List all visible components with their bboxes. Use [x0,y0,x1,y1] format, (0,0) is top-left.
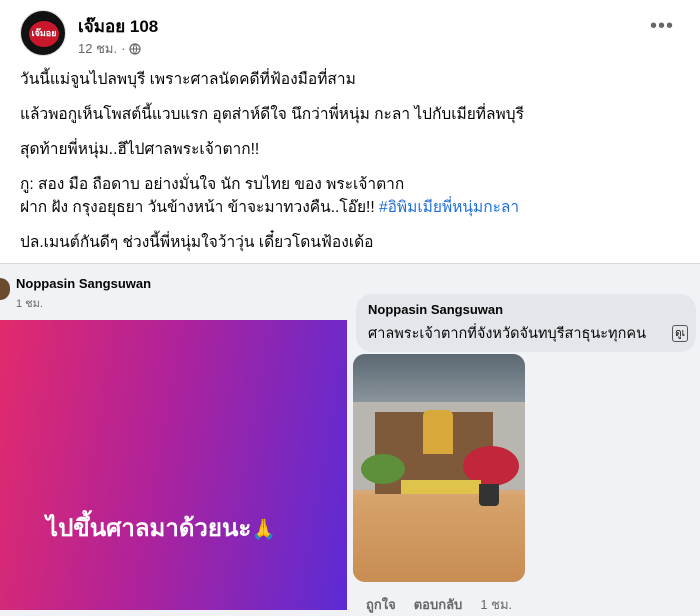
post-line-2: แล้วพอกูเห็นโพสต์นี้แวบแรก อุตส่าห์ดีใจ … [20,106,524,123]
photo-plant [361,454,405,484]
author-name[interactable]: เจ๊มอย 108 [78,13,158,40]
reply-text: ศาลพระเจ้าตากที่จังหวัดจันทบุรีสาธุนะทุก… [368,326,646,342]
post-line-1: วันนี้แม่จูนไปลพบุรี เพราะศาลนัดคดีที่ฟ้… [20,71,356,88]
author-avatar[interactable]: เจ๊มอย [20,10,66,56]
commenter-name: Noppasin Sangsuwan [16,276,152,291]
photo-floor [353,494,525,582]
post-line-5-text: ฝาก ฝัง กรุงอยุธยา วันข้างหน้า ข้าจะมาทว… [20,199,375,216]
reply-button[interactable]: ตอบกลับ [414,594,463,615]
globe-icon [129,42,142,55]
shrine-photo[interactable] [353,354,525,582]
banner-text: ไปขึ้นศาลมาด้วยนะ🙏 [46,508,276,547]
commenter-time: 1 ชม. [16,298,43,310]
post-body: วันนี้แม่จูนไปลพบุรี เพราะศาลนัดคดีที่ฟ้… [20,68,680,254]
commenter-avatar [0,278,10,300]
gradient-banner: ไปขึ้นศาลมาด้วยนะ🙏 [0,320,347,610]
post-time[interactable]: 12 ชม. [78,38,117,59]
reply-time: 1 ชม. [480,597,513,612]
post-line-5: ฝาก ฝัง กรุงอยุธยา วันข้างหน้า ข้าจะมาทว… [20,196,680,219]
photo-ceiling [353,354,525,402]
reply-author: Noppasin Sangsuwan [368,302,504,317]
facebook-post: เจ๊มอย เจ๊มอย 108 12 ชม. · ••• วันนี้แม่… [0,0,700,616]
embedded-screenshot: Noppasin Sangsuwan 1 ชม. ไปขึ้นศาลมาด้วย… [0,263,700,616]
meta-separator: · [121,41,126,56]
post-line-4: กู: สอง มือ ถือดาบ อย่างมั่นใจ นัก รบไทย… [20,176,405,193]
banner-caption: ไปขึ้นศาลมาด้วยนะ [46,515,252,542]
post-line-6: ปล.เมนต์กันดีๆ ช่วงนี้พี่หนุ่มใจว้าวุ่น … [20,234,374,251]
comment-actions: ถูกใจ ตอบกลับ 1 ชม. [366,594,512,615]
like-button[interactable]: ถูกใจ [366,594,396,615]
pray-emoji-icon: 🙏 [251,519,277,541]
comment-bubble: Noppasin Sangsuwan ศาลพระเจ้าตากที่จังหว… [356,294,696,352]
see-more-button[interactable]: ดูเ [672,325,688,342]
photo-pot [479,484,499,506]
photo-statue [423,410,453,454]
avatar-logo-text: เจ๊มอย [31,29,57,39]
hashtag-link[interactable]: #อิพิมเมียพี่หนุ่มกะลา [379,199,519,216]
more-options-icon[interactable]: ••• [650,16,674,36]
post-meta: 12 ชม. · [78,38,142,59]
photo-table [401,480,481,494]
post-line-3: สุดท้ายพี่หนุ่ม..ฮึไปศาลพระเจ้าตาก!! [20,141,260,158]
